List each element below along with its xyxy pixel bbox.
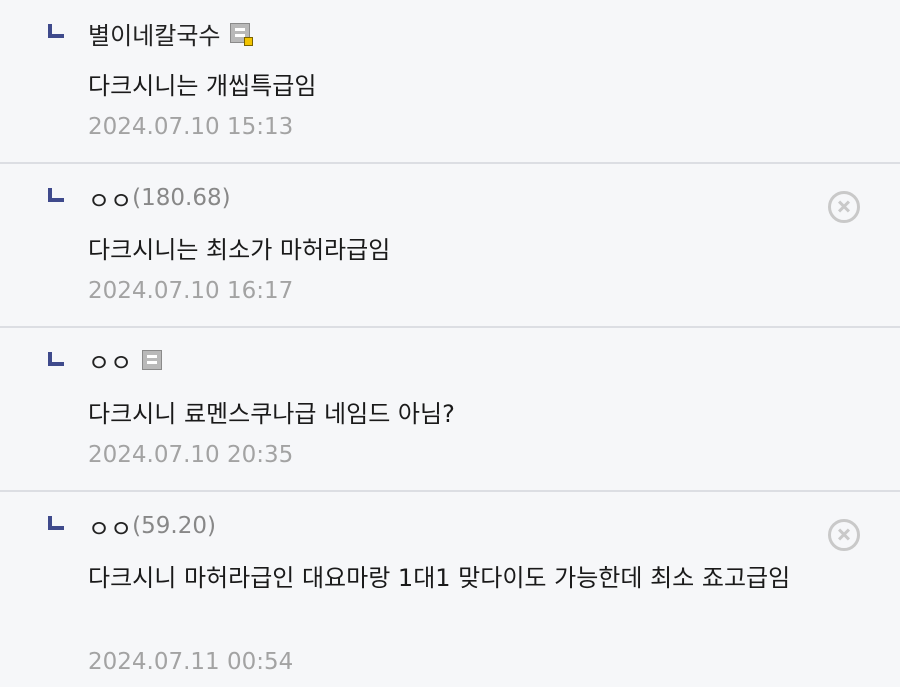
gallog-icon[interactable]: [142, 350, 163, 370]
comment-text: 다크시니 마허라급인 대요마랑 1대1 맞다이도 가능한데 최소 죠고급임: [88, 564, 791, 592]
comment-author[interactable]: ㅇㅇ (180.68): [88, 181, 231, 215]
comment-date: 2024.07.10 16:17: [88, 278, 294, 304]
comment-date: 2024.07.10 15:13: [88, 114, 294, 140]
reply-arrow-icon: [48, 24, 64, 38]
gallog-icon[interactable]: [230, 23, 254, 46]
comment-item: ㅇㅇ (180.68) 다크시니는 최소가 마허라급임 2024.07.10 1…: [0, 164, 900, 328]
reply-arrow-icon: [48, 516, 64, 530]
reply-arrow-icon: [48, 188, 64, 202]
ip-address: (59.20): [132, 513, 216, 539]
nickname[interactable]: ㅇㅇ: [88, 509, 132, 544]
comment-item: 별이네칼국수 다크시니는 개씹특급임 2024.07.10 15:13: [0, 0, 900, 164]
reply-arrow-icon: [48, 352, 64, 366]
comment-item: ㅇㅇ 다크시니 료멘스쿠나급 네임드 아님? 2024.07.10 20:35: [0, 328, 900, 492]
comment-author[interactable]: ㅇㅇ: [88, 343, 163, 378]
comment-text: 다크시니는 개씹특급임: [88, 72, 317, 100]
nickname[interactable]: 별이네칼국수: [88, 16, 220, 51]
comment-date: 2024.07.11 00:54: [88, 649, 294, 675]
nickname[interactable]: ㅇㅇ: [88, 181, 132, 216]
ip-address: (180.68): [132, 185, 231, 211]
comment-author[interactable]: ㅇㅇ (59.20): [88, 509, 216, 543]
comment-list: 별이네칼국수 다크시니는 개씹특급임 2024.07.10 15:13 ㅇㅇ (…: [0, 0, 900, 687]
comment-text: 다크시니 료멘스쿠나급 네임드 아님?: [88, 400, 455, 428]
delete-comment-button[interactable]: [828, 191, 860, 223]
comment-text: 다크시니는 최소가 마허라급임: [88, 236, 391, 264]
comment-author[interactable]: 별이네칼국수: [88, 16, 254, 51]
comment-date: 2024.07.10 20:35: [88, 442, 294, 468]
nickname[interactable]: ㅇㅇ: [88, 343, 132, 378]
fixed-user-badge-icon: [244, 37, 254, 46]
delete-comment-button[interactable]: [828, 519, 860, 551]
comment-item: ㅇㅇ (59.20) 다크시니 마허라급인 대요마랑 1대1 맞다이도 가능한데…: [0, 492, 900, 687]
